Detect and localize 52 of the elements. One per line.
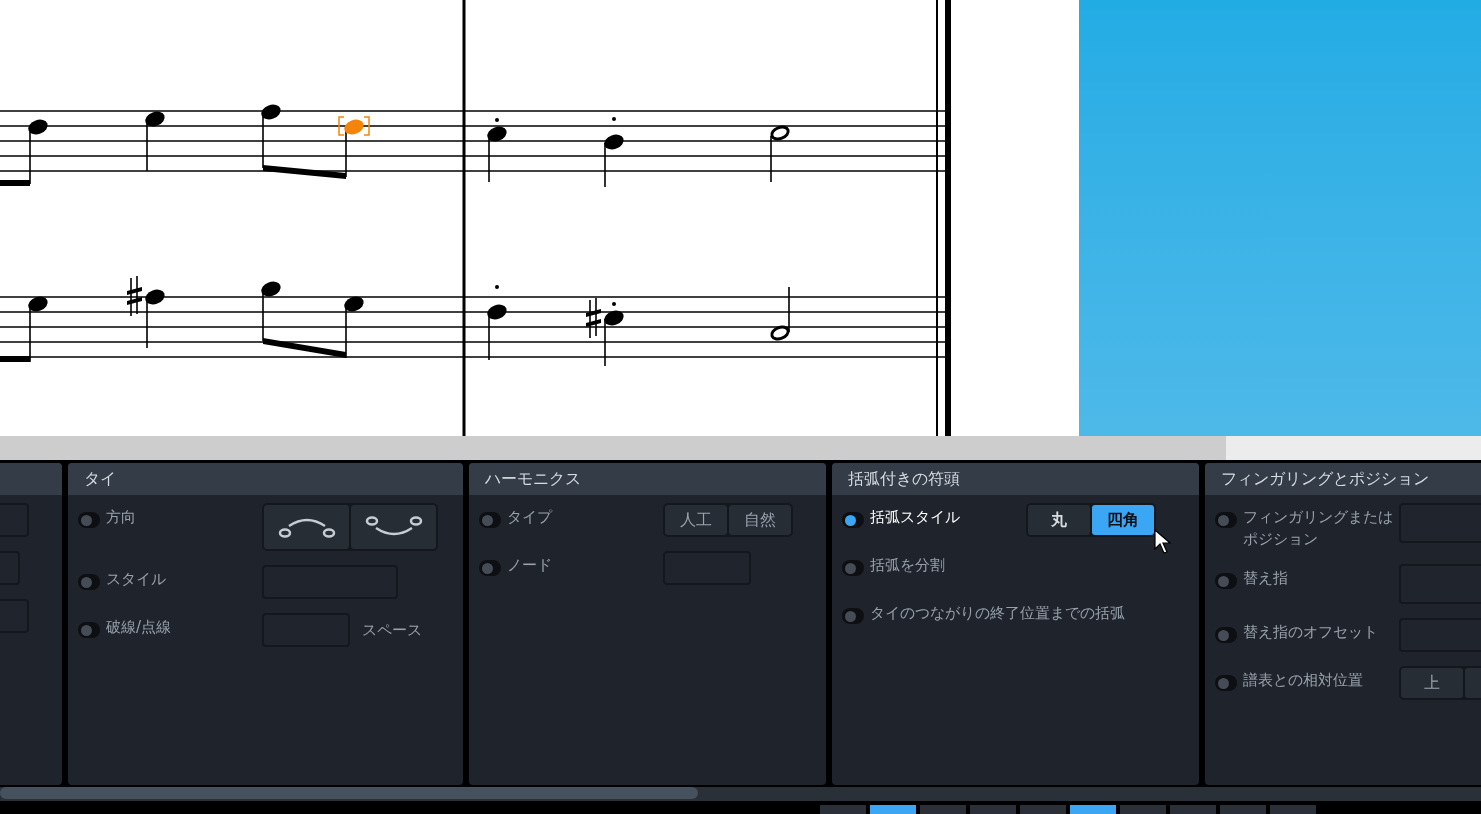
option-label: タイのつながりの終了位置までの括弧 — [870, 603, 1125, 624]
mouse-cursor-icon — [1154, 529, 1172, 555]
horizontal-scrollbar[interactable] — [0, 436, 1481, 460]
option-label: スタイル — [106, 569, 167, 590]
toggle-switch[interactable] — [1215, 512, 1237, 528]
toolbar-button[interactable] — [970, 805, 1016, 814]
toolbar-button[interactable] — [920, 805, 966, 814]
toggle-switch[interactable] — [78, 574, 100, 590]
option-label: 譜表との相対位置 — [1243, 670, 1364, 691]
toolbar-button[interactable] — [820, 805, 866, 814]
panel-title: 括弧付きの符頭 — [848, 468, 960, 490]
toggle-switch[interactable] — [842, 608, 864, 624]
toggle-switch[interactable] — [842, 560, 864, 576]
panel-title: ハーモニクス — [485, 468, 581, 490]
toggle-switch[interactable] — [479, 512, 501, 528]
segment-button[interactable]: 自然 — [729, 505, 791, 535]
option-label: ノード — [507, 555, 553, 576]
toggle-switch[interactable] — [479, 560, 501, 576]
unit-label: スペース — [362, 620, 422, 641]
toggle-switch[interactable] — [78, 622, 100, 638]
option-label: 替え指 — [1243, 568, 1289, 589]
segment-button[interactable]: 上 — [1401, 668, 1463, 698]
toolbar-button[interactable] — [1070, 805, 1116, 814]
segment-button[interactable]: 四角 — [1092, 505, 1154, 535]
toggle-switch[interactable] — [1215, 675, 1237, 691]
segment-button[interactable]: 人工 — [665, 505, 727, 535]
panel-header — [0, 463, 62, 495]
toggle-switch[interactable] — [78, 512, 100, 528]
tie-button[interactable] — [351, 505, 436, 549]
segment-button[interactable]: 丸 — [1028, 505, 1090, 535]
option-label: 替え指のオフセット — [1243, 622, 1379, 643]
toolbar-button[interactable] — [1020, 805, 1066, 814]
panel-title: タイ — [84, 468, 116, 490]
toggle-switch[interactable] — [842, 512, 864, 528]
toolbar-button[interactable] — [1120, 805, 1166, 814]
option-label: 破線/点線 — [106, 617, 173, 638]
panel-scrollbar[interactable] — [0, 787, 1481, 801]
scrollbar-thumb[interactable] — [0, 436, 1226, 460]
option-label: 括弧スタイル — [870, 507, 961, 528]
option-label: フィンガリングまたはポジション — [1243, 507, 1394, 550]
panel-title: フィンガリングとポジション — [1221, 468, 1429, 490]
option-label: 方向 — [106, 507, 137, 528]
toolbar-button[interactable] — [1220, 805, 1266, 814]
toggle-switch[interactable] — [1215, 573, 1237, 589]
toolbar-button[interactable] — [1170, 805, 1216, 814]
option-label: タイプ — [507, 507, 554, 528]
toggle-switch[interactable] — [1215, 627, 1237, 643]
toolbar-button[interactable] — [1270, 805, 1316, 814]
tie-button[interactable] — [264, 505, 349, 549]
scrollbar-thumb[interactable] — [0, 787, 698, 799]
toolbar-button[interactable] — [870, 805, 916, 814]
option-label: 括弧を分割 — [870, 555, 945, 576]
